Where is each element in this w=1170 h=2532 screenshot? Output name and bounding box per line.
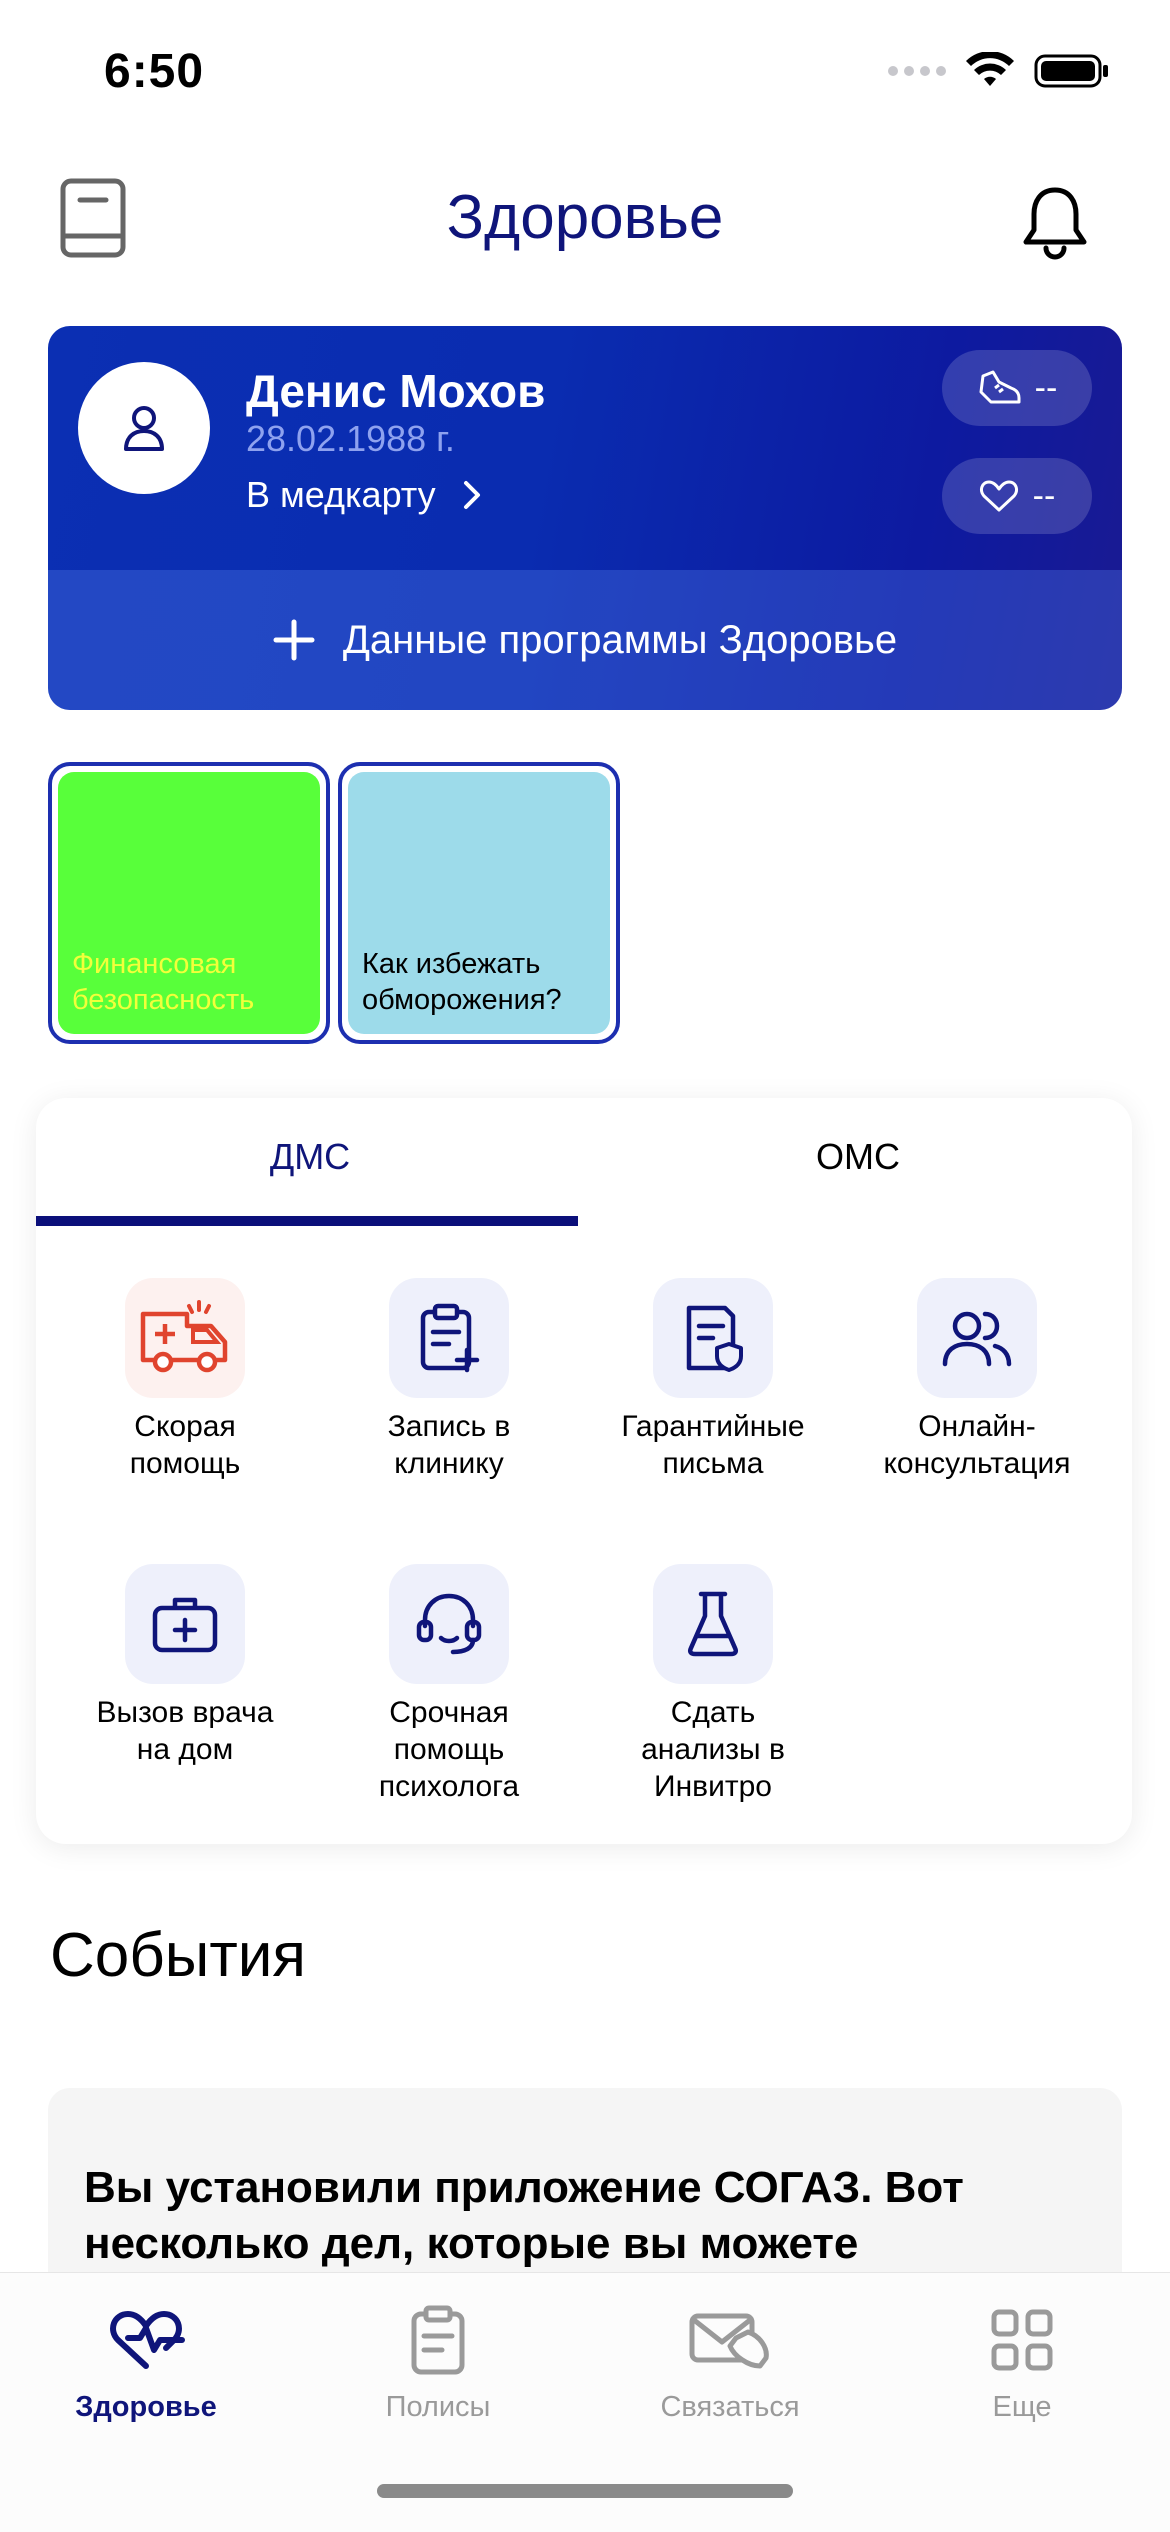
clipboard-icon — [292, 2295, 584, 2385]
ambulance-icon — [125, 1278, 245, 1398]
mail-phone-icon — [584, 2295, 876, 2385]
story-title: Как избежать обморожения? — [362, 948, 562, 1016]
service-label: Онлайн-консультация — [883, 1410, 1071, 1480]
heart-value: -- — [1032, 476, 1056, 515]
home-indicator[interactable] — [377, 2484, 793, 2498]
user-icon — [124, 406, 164, 451]
service-ambulance[interactable]: Скорая помощь — [50, 1278, 320, 1482]
profile-summary[interactable]: Денис Мохов 28.02.1988 г. В медкарту -- … — [48, 326, 1122, 570]
medcard-link-label: В медкарту — [246, 474, 436, 515]
status-time: 6:50 — [104, 45, 205, 98]
tab-contact[interactable]: Связаться — [584, 2295, 876, 2424]
tab-more[interactable]: Еще — [876, 2295, 1168, 2424]
service-label: Вызов врача на дом — [96, 1696, 274, 1766]
steps-pill[interactable]: -- — [942, 350, 1092, 426]
bell-icon[interactable] — [1020, 184, 1090, 260]
tab-label: Связаться — [660, 2391, 800, 2423]
battery-icon — [1034, 54, 1108, 88]
service-label: Срочная помощь психолога — [378, 1696, 520, 1803]
tab-dms[interactable]: ДМС — [36, 1136, 584, 1178]
service-doctor-home[interactable]: Вызов врача на дом — [50, 1564, 320, 1768]
story-title: Финансовая безопасность — [72, 948, 255, 1016]
header: Здоровье — [0, 170, 1170, 270]
events-title: События — [50, 1921, 306, 1990]
status-icons — [888, 52, 1110, 90]
tab-label: Еще — [992, 2391, 1052, 2423]
tab-label: Здоровье — [75, 2391, 217, 2423]
active-tab-indicator — [36, 1216, 578, 1226]
service-label: Гарантийные письма — [621, 1410, 805, 1480]
story-card[interactable]: Как избежать обморожения? — [338, 762, 620, 1044]
medcard-link[interactable]: В медкарту — [246, 474, 482, 516]
profile-name: Денис Мохов — [246, 365, 546, 417]
chevron-right-icon — [463, 481, 480, 509]
flask-icon — [653, 1564, 773, 1684]
tab-oms[interactable]: ОМС — [584, 1136, 1132, 1178]
service-clinic-appointment[interactable]: Запись в клинику — [314, 1278, 584, 1482]
event-card-text: Вы установили приложение СОГАЗ. Вот неск… — [84, 2163, 964, 2268]
heart-rate-pill[interactable]: -- — [942, 458, 1092, 534]
profile-dob: 28.02.1988 г. — [246, 418, 455, 459]
service-online-consultation[interactable]: Онлайн-консультация — [842, 1278, 1112, 1482]
story-background: Финансовая безопасность — [58, 772, 320, 1034]
service-label: Запись в клинику — [387, 1410, 511, 1480]
service-psychologist[interactable]: Срочная помощь психолога — [314, 1564, 584, 1805]
clipboard-plus-icon — [389, 1278, 509, 1398]
sneaker-icon — [979, 370, 1021, 404]
status-bar: 6:50 — [0, 0, 1170, 150]
add-program-button[interactable]: Данные программы Здоровье — [48, 570, 1122, 710]
tab-policies[interactable]: Полисы — [292, 2295, 584, 2424]
plus-icon — [273, 619, 315, 661]
story-background: Как избежать обморожения? — [348, 772, 610, 1034]
tab-label: Полисы — [385, 2391, 491, 2423]
tab-health[interactable]: Здоровье — [0, 2295, 292, 2424]
wifi-icon — [966, 52, 1014, 86]
heart-icon — [979, 480, 1018, 512]
heart-pulse-icon — [0, 2295, 292, 2385]
service-invitro-tests[interactable]: Сдать анализы в Инвитро — [578, 1564, 848, 1805]
steps-value: -- — [1034, 368, 1058, 407]
service-label: Скорая помощь — [129, 1410, 241, 1480]
insurance-tabs: ДМС ОМС — [36, 1098, 1132, 1230]
avatar[interactable] — [78, 362, 210, 494]
page-title: Здоровье — [446, 183, 724, 252]
service-label: Сдать анализы в Инвитро — [641, 1696, 785, 1803]
add-program-label: Данные программы Здоровье — [342, 617, 898, 662]
profile-card: Денис Мохов 28.02.1988 г. В медкарту -- … — [48, 326, 1122, 710]
signal-icon — [888, 66, 946, 76]
medkit-icon — [125, 1564, 245, 1684]
story-card[interactable]: Финансовая безопасность — [48, 762, 330, 1044]
users-icon — [917, 1278, 1037, 1398]
services-card: ДМС ОМС Скорая помощь Запись в клинику Г… — [36, 1098, 1132, 1844]
service-guarantee-letters[interactable]: Гарантийные письма — [578, 1278, 848, 1482]
headset-icon — [389, 1564, 509, 1684]
document-shield-icon — [653, 1278, 773, 1398]
stories-row: Финансовая безопасность Как избежать обм… — [48, 762, 620, 1044]
grid-icon — [876, 2295, 1168, 2385]
